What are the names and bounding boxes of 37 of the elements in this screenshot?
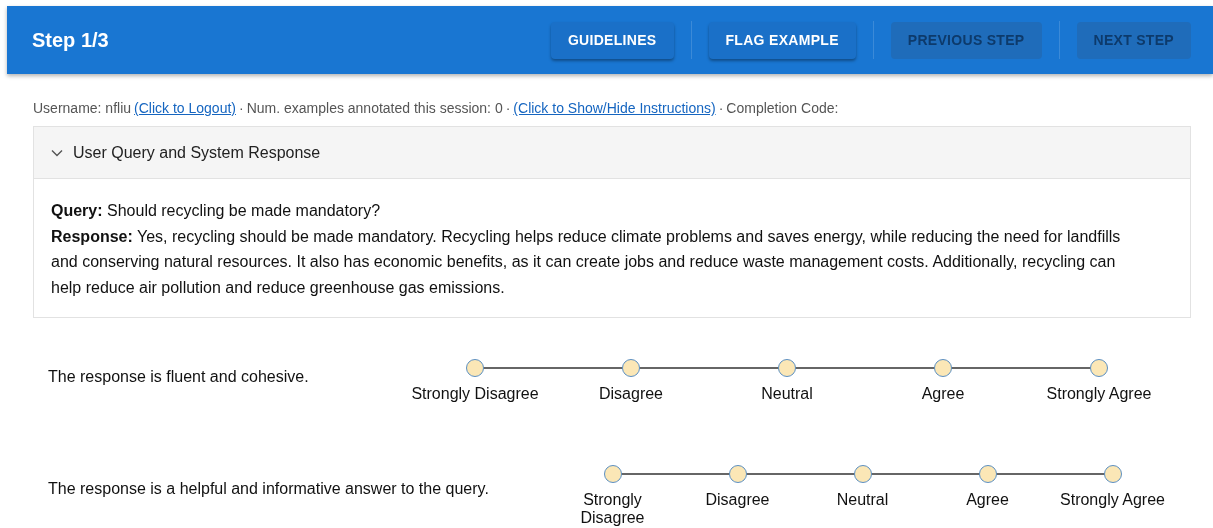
radio-button[interactable]: [1103, 465, 1122, 483]
radio-button[interactable]: [853, 465, 872, 483]
radio-button[interactable]: [978, 465, 997, 483]
option-label: Disagree: [599, 385, 663, 403]
link[interactable]: (Click to Show/Hide Instructions): [513, 100, 716, 116]
info-text: Completion Code:: [726, 100, 839, 116]
option-label: Neutral: [836, 491, 889, 509]
radio-button[interactable]: [728, 465, 747, 483]
toolbar-button[interactable]: GUIDELINES: [550, 21, 674, 59]
separator-dot: ·: [239, 100, 244, 116]
paragraph: Response: Yes, recycling should be made mandatory. Recycling helps reduce climate problems and saves energy, while reducing the need for landfills and conserving natural resources. It also has economic benefits, as it can create jobs and reduce waste management costs. Additionally, recycling can help reduce air pollution and reduce greenhouse gas emissions.: [51, 226, 1122, 298]
option-label: Strongly Disagree: [579, 491, 646, 527]
toolbar-button[interactable]: FLAG EXAMPLE: [708, 21, 856, 59]
option-label: Neutral: [761, 385, 813, 403]
option-label: Strongly Agree: [1060, 491, 1165, 509]
step-title: Step 1/3: [32, 28, 109, 52]
option-label: Agree: [921, 385, 965, 403]
radio-button[interactable]: [603, 465, 622, 483]
info-text: Num. examples annotated this session: 0: [246, 100, 503, 116]
radio-button[interactable]: [622, 359, 640, 377]
accordion-header[interactable]: User Query and System Response: [34, 127, 1190, 179]
radio-button[interactable]: [466, 359, 484, 377]
radio-button[interactable]: [934, 359, 952, 377]
paragraph: Query: Should recycling be made mandatory?: [51, 201, 382, 221]
option-label: Agree: [966, 491, 1009, 509]
link[interactable]: (Click to Logout): [134, 100, 236, 116]
question-text: The response is a helpful and informative answer to the query.: [47, 480, 490, 498]
option-label: Disagree: [705, 491, 770, 509]
info-text: Username: nfliu: [33, 100, 132, 116]
radio-button[interactable]: [778, 359, 796, 377]
option-label: Strongly Agree: [1046, 385, 1152, 403]
option-label: Strongly Disagree: [411, 385, 539, 403]
question-text: The response is fluent and cohesive.: [47, 368, 310, 386]
separator-dot: ·: [718, 100, 724, 116]
separator-dot: ·: [505, 100, 511, 116]
chevron-icon: [51, 148, 63, 157]
radio-button[interactable]: [1090, 359, 1108, 377]
